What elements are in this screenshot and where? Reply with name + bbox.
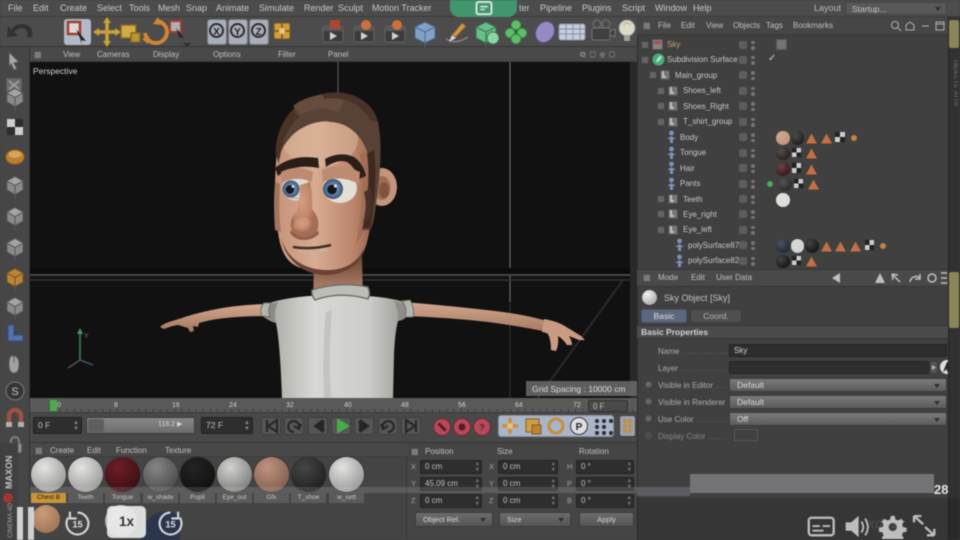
svg-text:48: 48: [401, 402, 409, 409]
svg-text:Grid Spacing : 10000 cm: Grid Spacing : 10000 cm: [532, 384, 626, 394]
svg-text:8: 8: [114, 402, 118, 409]
svg-text:CINEMA 4D: CINEMA 4D: [7, 503, 14, 538]
svg-text:16: 16: [172, 402, 180, 409]
svg-text:Y: Y: [84, 333, 89, 340]
svg-text:40: 40: [344, 402, 352, 409]
svg-text:72: 72: [573, 402, 581, 409]
svg-text:P: P: [576, 422, 583, 433]
svg-text:?: ?: [479, 423, 485, 433]
svg-text:S: S: [11, 386, 18, 398]
svg-text:15: 15: [72, 520, 82, 530]
svg-text:24: 24: [229, 402, 237, 409]
svg-text:64: 64: [515, 402, 523, 409]
svg-text:32: 32: [286, 402, 294, 409]
svg-text:15: 15: [165, 520, 175, 530]
svg-text:MAXON: MAXON: [4, 456, 14, 490]
svg-text:56: 56: [458, 402, 466, 409]
svg-text:0: 0: [57, 402, 61, 409]
svg-text:Perspective: Perspective: [33, 66, 78, 76]
